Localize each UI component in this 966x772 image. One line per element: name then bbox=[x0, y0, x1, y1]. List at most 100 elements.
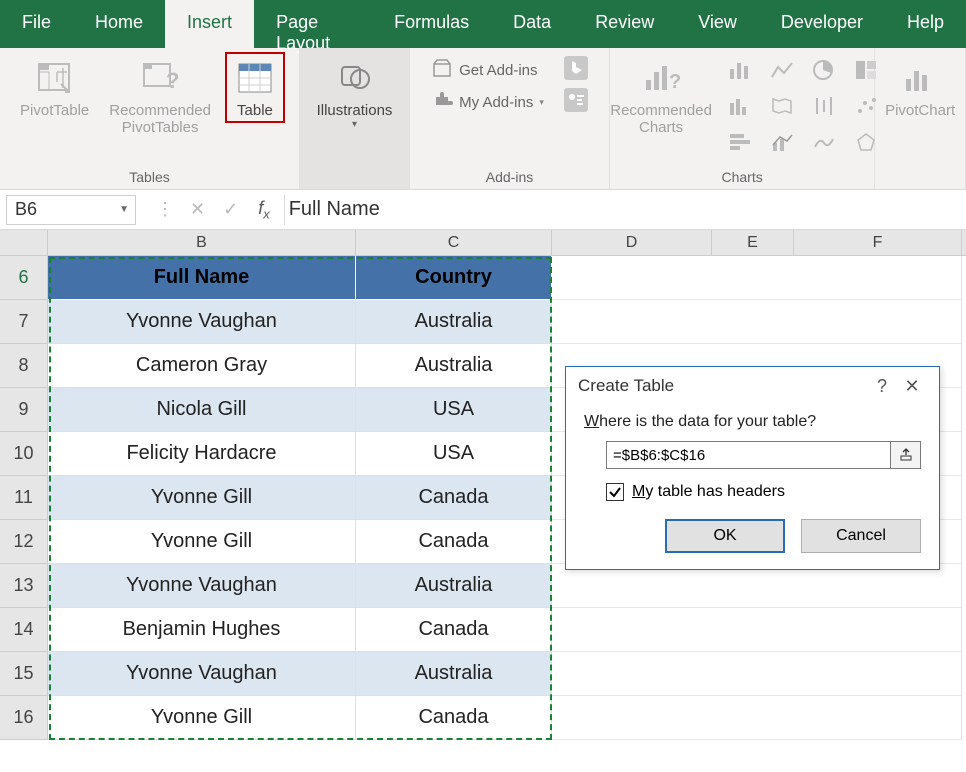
table-header-cell[interactable]: Country bbox=[356, 256, 552, 300]
column-header-C[interactable]: C bbox=[356, 230, 552, 255]
dialog-titlebar[interactable]: Create Table ? ✕ bbox=[566, 367, 939, 405]
ribbon-tab-formulas[interactable]: Formulas bbox=[372, 0, 491, 48]
ribbon-tab-file[interactable]: File bbox=[0, 0, 73, 48]
map-chart-icon[interactable] bbox=[768, 92, 796, 120]
formula-bar-input[interactable]: Full Name bbox=[285, 198, 966, 221]
table-cell[interactable]: Canada bbox=[356, 696, 552, 740]
column-chart-icon[interactable] bbox=[726, 56, 754, 84]
cancel-formula-icon[interactable]: ✕ bbox=[190, 199, 205, 220]
bing-maps-button[interactable] bbox=[558, 56, 594, 84]
headers-checkbox-row[interactable]: My table has headers bbox=[606, 483, 921, 501]
bar-chart-icon[interactable] bbox=[726, 128, 754, 156]
table-cell[interactable]: Australia bbox=[356, 344, 552, 388]
recommended-charts-button[interactable]: ? Recommended Charts bbox=[604, 52, 718, 141]
ribbon: PivotTable ? Recommended PivotTables Tab… bbox=[0, 48, 966, 190]
empty-cell[interactable] bbox=[552, 256, 962, 300]
addins-icon bbox=[431, 89, 453, 115]
hierarchy-chart-icon[interactable] bbox=[726, 92, 754, 120]
empty-cell[interactable] bbox=[552, 564, 962, 608]
table-cell[interactable]: USA bbox=[356, 388, 552, 432]
recommended-pivottables-icon: ? bbox=[138, 56, 182, 100]
surface-chart-icon[interactable] bbox=[810, 128, 838, 156]
row-header[interactable]: 10 bbox=[0, 432, 48, 476]
table-cell[interactable]: Nicola Gill bbox=[48, 388, 356, 432]
column-header-B[interactable]: B bbox=[48, 230, 356, 255]
line-chart-icon[interactable] bbox=[768, 56, 796, 84]
enter-formula-icon[interactable]: ✓ bbox=[223, 199, 238, 220]
table-cell[interactable]: Yvonne Vaughan bbox=[48, 300, 356, 344]
row-header[interactable]: 11 bbox=[0, 476, 48, 520]
fx-icon[interactable]: fx bbox=[258, 198, 284, 222]
ribbon-tab-help[interactable]: Help bbox=[885, 0, 966, 48]
recommended-charts-label-1: Recommended bbox=[610, 102, 712, 119]
table-header-cell[interactable]: Full Name bbox=[48, 256, 356, 300]
tables-group-label: Tables bbox=[129, 167, 169, 187]
table-cell[interactable]: Felicity Hardacre bbox=[48, 432, 356, 476]
pivottable-button[interactable]: PivotTable bbox=[14, 52, 95, 123]
close-icon[interactable]: ✕ bbox=[897, 376, 927, 397]
stock-chart-icon[interactable] bbox=[810, 92, 838, 120]
ribbon-tab-home[interactable]: Home bbox=[73, 0, 165, 48]
table-cell[interactable]: USA bbox=[356, 432, 552, 476]
column-header-D[interactable]: D bbox=[552, 230, 712, 255]
row-header[interactable]: 7 bbox=[0, 300, 48, 344]
ribbon-tab-view[interactable]: View bbox=[676, 0, 759, 48]
store-icon bbox=[431, 57, 453, 83]
column-header-F[interactable]: F bbox=[794, 230, 962, 255]
people-graph-button[interactable] bbox=[558, 88, 594, 116]
get-addins-button[interactable]: Get Add-ins bbox=[425, 56, 550, 84]
pivotchart-button[interactable]: PivotChart bbox=[879, 52, 961, 123]
table-cell[interactable]: Cameron Gray bbox=[48, 344, 356, 388]
table-cell[interactable]: Canada bbox=[356, 608, 552, 652]
empty-cell[interactable] bbox=[552, 696, 962, 740]
row-header[interactable]: 8 bbox=[0, 344, 48, 388]
ribbon-tabs: FileHomeInsertPage LayoutFormulasDataRev… bbox=[0, 0, 966, 48]
ribbon-group-tables: PivotTable ? Recommended PivotTables Tab… bbox=[0, 48, 300, 189]
table-cell[interactable]: Yvonne Vaughan bbox=[48, 564, 356, 608]
ribbon-tab-data[interactable]: Data bbox=[491, 0, 573, 48]
get-addins-label: Get Add-ins bbox=[459, 62, 537, 79]
table-button[interactable]: Table bbox=[225, 52, 285, 123]
row-header[interactable]: 14 bbox=[0, 608, 48, 652]
chevron-down-icon[interactable]: ▼ bbox=[119, 204, 129, 215]
ribbon-tab-review[interactable]: Review bbox=[573, 0, 676, 48]
cancel-button[interactable]: Cancel bbox=[801, 519, 921, 553]
ribbon-tab-developer[interactable]: Developer bbox=[759, 0, 885, 48]
ribbon-tab-insert[interactable]: Insert bbox=[165, 0, 254, 48]
row-header[interactable]: 6 bbox=[0, 256, 48, 300]
table-range-input[interactable] bbox=[606, 441, 891, 469]
table-cell[interactable]: Canada bbox=[356, 520, 552, 564]
row-header[interactable]: 12 bbox=[0, 520, 48, 564]
row-header[interactable]: 9 bbox=[0, 388, 48, 432]
table-cell[interactable]: Australia bbox=[356, 564, 552, 608]
illustrations-button[interactable]: Illustrations ▾ bbox=[311, 52, 399, 135]
name-box[interactable]: B6 ▼ bbox=[6, 195, 136, 225]
table-cell[interactable]: Canada bbox=[356, 476, 552, 520]
select-all-corner[interactable] bbox=[0, 230, 48, 255]
ok-button[interactable]: OK bbox=[665, 519, 785, 553]
ribbon-tab-page-layout[interactable]: Page Layout bbox=[254, 0, 372, 48]
table-cell[interactable]: Yvonne Gill bbox=[48, 696, 356, 740]
row-header[interactable]: 15 bbox=[0, 652, 48, 696]
combo-chart-icon[interactable] bbox=[768, 128, 796, 156]
table-cell[interactable]: Yvonne Gill bbox=[48, 520, 356, 564]
table-cell[interactable]: Australia bbox=[356, 300, 552, 344]
empty-cell[interactable] bbox=[552, 652, 962, 696]
empty-cell[interactable] bbox=[552, 300, 962, 344]
ellipsis-icon[interactable]: ⋮ bbox=[156, 199, 172, 220]
empty-cell[interactable] bbox=[552, 608, 962, 652]
table-cell[interactable]: Yvonne Gill bbox=[48, 476, 356, 520]
pivotchart-icon bbox=[898, 56, 942, 100]
help-icon[interactable]: ? bbox=[867, 376, 897, 397]
headers-checkbox[interactable] bbox=[606, 483, 624, 501]
pie-chart-icon[interactable] bbox=[810, 56, 838, 84]
row-header[interactable]: 16 bbox=[0, 696, 48, 740]
table-cell[interactable]: Benjamin Hughes bbox=[48, 608, 356, 652]
table-cell[interactable]: Yvonne Vaughan bbox=[48, 652, 356, 696]
my-addins-button[interactable]: My Add-ins ▾ bbox=[425, 88, 550, 116]
column-header-E[interactable]: E bbox=[712, 230, 794, 255]
range-picker-button[interactable] bbox=[891, 441, 921, 469]
row-header[interactable]: 13 bbox=[0, 564, 48, 608]
table-cell[interactable]: Australia bbox=[356, 652, 552, 696]
recommended-pivottables-button[interactable]: ? Recommended PivotTables bbox=[103, 52, 217, 141]
